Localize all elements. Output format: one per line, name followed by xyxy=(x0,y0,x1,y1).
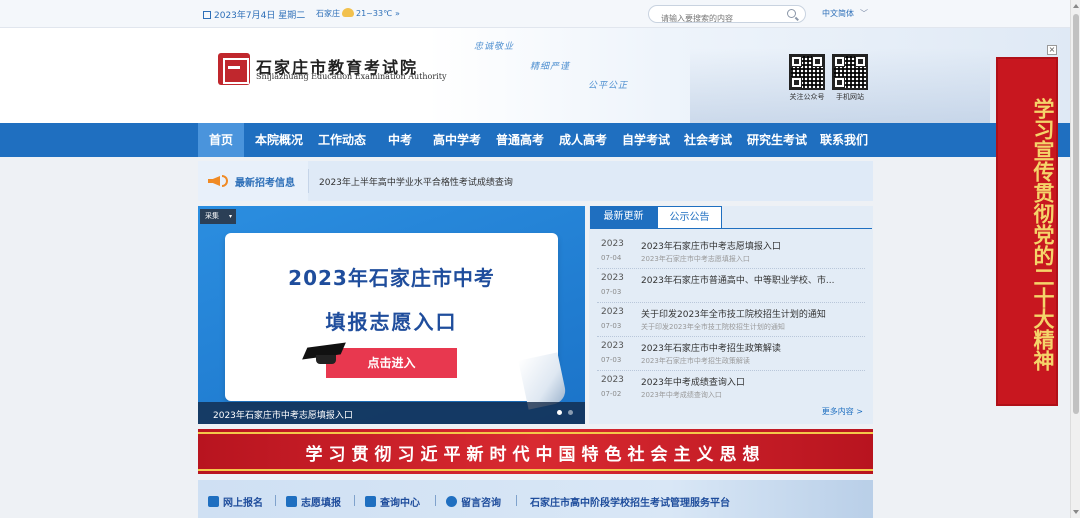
tab-latest-updates[interactable]: 最新更新 xyxy=(590,206,657,229)
news-summary: 2023年石家庄市中考招生政策解读 xyxy=(641,357,750,365)
nav-item-self-study-exam[interactable]: 自学考试 xyxy=(617,123,675,157)
nav-item-contact[interactable]: 联系我们 xyxy=(815,123,873,157)
site-header: 石家庄市教育考试院 Shijiazhuang Education Examina… xyxy=(0,28,1070,123)
sun-cloud-icon xyxy=(342,8,354,17)
floating-side-banner[interactable]: 学习宣传贯彻党的二十大精神 xyxy=(996,57,1058,406)
slogan-2: 精细严谨 xyxy=(530,62,571,72)
news-item[interactable]: 2023 07-03 2023年石家庄市普通高中、中等职业学校、市... xyxy=(589,269,873,303)
side-banner-text: 学习宣传贯彻党的二十大精神 xyxy=(1031,97,1055,371)
tab-announcements[interactable]: 公示公告 xyxy=(657,206,722,229)
news-title[interactable]: 2023年中考成绩查询入口 xyxy=(641,375,841,388)
news-summary: 2023年中考成绩查询入口 xyxy=(641,391,722,399)
news-item[interactable]: 2023 07-03 关于印发2023年全市技工院校招生计划的通知 关于印发20… xyxy=(589,303,873,337)
nav-item-adult-exam[interactable]: 成人高考 xyxy=(554,123,612,157)
current-date: 2023年7月4日 星期二 xyxy=(203,8,305,21)
banner-subheadline: 填报志愿入口 xyxy=(325,310,458,334)
search-icon[interactable] xyxy=(787,9,796,18)
nav-item-home[interactable]: 首页 xyxy=(198,123,244,157)
quick-link-online-registration[interactable]: 网上报名 xyxy=(208,494,263,509)
nav-item-about[interactable]: 本院概况 xyxy=(250,123,308,157)
banner-caption-bar: 2023年石家庄市中考志愿填报入口 xyxy=(198,402,585,424)
news-summary: 2023年石家庄市中考志愿填报入口 xyxy=(641,255,750,263)
nav-item-social-exam[interactable]: 社会考试 xyxy=(679,123,737,157)
nav-item-graduate-exam[interactable]: 研究生考试 xyxy=(743,123,811,157)
chat-icon xyxy=(446,496,457,507)
latest-notice-bar: 最新招考信息 2023年上半年高中学业水平合格性考试成绩查询 xyxy=(198,161,873,201)
news-item[interactable]: 2023 07-04 2023年石家庄市中考志愿填报入口 2023年石家庄市中考… xyxy=(589,235,873,269)
nav-item-news[interactable]: 工作动态 xyxy=(313,123,371,157)
notice-label: 最新招考信息 xyxy=(235,178,295,189)
news-title[interactable]: 2023年石家庄市普通高中、中等职业学校、市... xyxy=(641,273,841,286)
carousel-dot[interactable] xyxy=(568,410,573,415)
carousel-dot-active[interactable] xyxy=(557,410,562,415)
page-scrollbar[interactable] xyxy=(1070,0,1080,518)
banner-control[interactable]: 采集 ▾ xyxy=(200,209,236,224)
edit-icon xyxy=(286,496,297,507)
banner-carousel[interactable]: 采集 ▾ 2023年石家庄市中考 填报志愿入口 点击进入 2023年石家庄市中考志… xyxy=(198,206,585,424)
more-news-link[interactable]: 更多内容 > xyxy=(822,406,863,417)
grid-icon xyxy=(365,496,376,507)
news-title[interactable]: 关于印发2023年全市技工院校招生计划的通知 xyxy=(641,307,841,320)
news-item[interactable]: 2023 07-02 2023年中考成绩查询入口 2023年中考成绩查询入口 xyxy=(589,371,873,405)
nav-item-gaokao[interactable]: 普通高考 xyxy=(491,123,549,157)
caret-down-icon: ▾ xyxy=(228,213,232,220)
news-title[interactable]: 2023年石家庄市中考志愿填报入口 xyxy=(641,239,841,252)
enter-button[interactable]: 点击进入 xyxy=(326,348,457,378)
slogan-3: 公平公正 xyxy=(588,81,629,91)
quick-link-query-center[interactable]: 查询中心 xyxy=(365,494,420,509)
notice-label-area: 最新招考信息 xyxy=(198,161,308,201)
wechat-qr-code xyxy=(789,54,825,90)
search-box[interactable] xyxy=(648,5,806,27)
chevron-down-icon: ﹀ xyxy=(860,9,868,18)
news-summary: 关于印发2023年全市技工院校招生计划的通知 xyxy=(641,323,785,331)
quick-link-admission-platform[interactable]: 石家庄市高中阶段学校招生考试管理服务平台 xyxy=(530,494,730,509)
banner-headline: 2023年石家庄市中考 xyxy=(288,266,495,290)
slogan-1: 忠诚敬业 xyxy=(474,42,515,52)
news-title[interactable]: 2023年石家庄市中考招生政策解读 xyxy=(641,341,841,354)
mobile-site-qr-code xyxy=(832,54,868,90)
scrollbar-thumb[interactable] xyxy=(1073,14,1079,414)
top-utility-bar: 2023年7月4日 星期二 石家庄21~33℃» 中文简体﹀ xyxy=(0,0,1070,28)
main-nav: 首页 本院概况 工作动态 中考 高中学考 普通高考 成人高考 自学考试 社会考试… xyxy=(0,123,1070,157)
register-icon xyxy=(208,496,219,507)
weather-more-icon[interactable]: » xyxy=(395,9,400,18)
qr-label-mobile: 手机网站 xyxy=(836,93,864,101)
nav-item-zhongkao[interactable]: 中考 xyxy=(378,123,422,157)
quick-link-message-consult[interactable]: 留言咨询 xyxy=(446,494,501,509)
red-banner-text: 学习贯彻习近平新时代中国特色社会主义思想 xyxy=(305,445,766,465)
quick-link-volunteer-application[interactable]: 志愿填报 xyxy=(286,494,341,509)
nav-item-xuekao[interactable]: 高中学考 xyxy=(428,123,486,157)
banner-caption[interactable]: 2023年石家庄市中考志愿填报入口 xyxy=(213,408,353,421)
graduation-cap-icon xyxy=(302,342,346,369)
scroll-down-icon[interactable] xyxy=(1073,510,1079,514)
close-icon[interactable]: × xyxy=(1047,45,1057,55)
scroll-up-icon[interactable] xyxy=(1073,4,1079,8)
red-slogan-banner[interactable]: 学习贯彻习近平新时代中国特色社会主义思想 xyxy=(198,429,873,474)
news-panel: 最新更新 公示公告 2023 07-04 2023年石家庄市中考志愿填报入口 2… xyxy=(589,206,873,424)
language-selector[interactable]: 中文简体 ﹀ xyxy=(822,8,868,19)
notice-divider xyxy=(308,169,309,193)
megaphone-icon xyxy=(208,172,228,190)
search-input[interactable] xyxy=(661,10,781,27)
site-logo-icon[interactable] xyxy=(218,53,250,85)
calendar-icon xyxy=(203,11,211,19)
notice-link[interactable]: 2023年上半年高中学业水平合格性考试成绩查询 xyxy=(319,175,513,188)
news-item[interactable]: 2023 07-03 2023年石家庄市中考招生政策解读 2023年石家庄市中考… xyxy=(589,337,873,371)
quick-links-bar: 网上报名 志愿填报 查询中心 留言咨询 石家庄市高中阶段学校招生考试管理服务平台 xyxy=(198,480,873,518)
weather-widget[interactable]: 石家庄 21~33℃» xyxy=(316,8,400,19)
site-subtitle: Shijiazhuang Education Examination Autho… xyxy=(256,72,447,81)
